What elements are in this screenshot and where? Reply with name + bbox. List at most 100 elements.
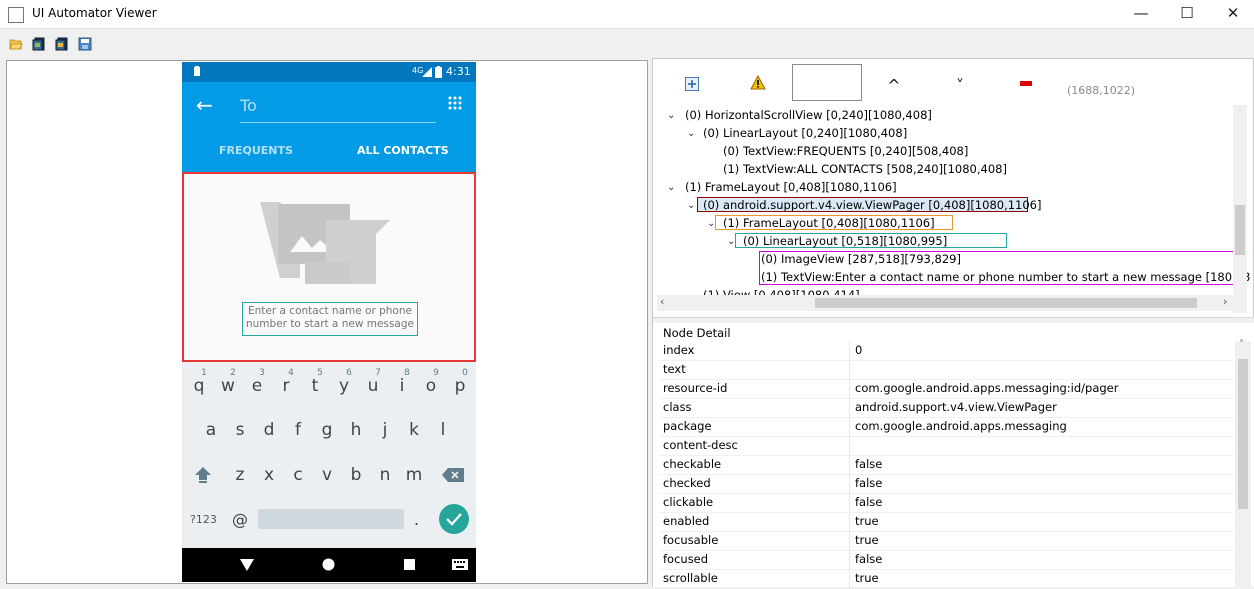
key-n[interactable]: n xyxy=(375,465,395,485)
detail-key: scrollable xyxy=(663,571,718,585)
detail-row[interactable]: focusable true xyxy=(659,531,1233,551)
shift-icon[interactable] xyxy=(194,466,212,484)
column-separator xyxy=(849,436,850,455)
warning-icon[interactable] xyxy=(750,75,766,90)
tree-node[interactable]: (0) LinearLayout [0,240][1080,408] xyxy=(703,125,907,141)
detail-row[interactable]: clickable false xyxy=(659,493,1233,513)
tree-node[interactable]: (1) TextView:ALL CONTACTS [508,240][1080… xyxy=(723,161,1007,177)
tree-node[interactable]: (1) TextView:Enter a contact name or pho… xyxy=(761,269,1251,285)
tree-node[interactable]: (0) LinearLayout [0,518][1080,995] xyxy=(743,233,947,249)
detail-row[interactable]: class android.support.v4.view.ViewPager xyxy=(659,398,1233,418)
tree-node[interactable]: (1) FrameLayout [0,408][1080,1106] xyxy=(685,179,897,195)
key-h[interactable]: h xyxy=(346,420,366,440)
key-s[interactable]: s xyxy=(230,420,250,440)
key-u[interactable]: u xyxy=(363,376,383,396)
key-k[interactable]: k xyxy=(404,420,424,440)
tab-frequents[interactable]: FREQUENTS xyxy=(219,144,293,157)
recents-nav-icon[interactable] xyxy=(404,559,415,570)
scroll-right-icon[interactable]: › xyxy=(1223,295,1227,308)
search-field[interactable] xyxy=(792,64,862,101)
key-r[interactable]: r xyxy=(276,376,296,396)
detail-row[interactable]: checkable false xyxy=(659,455,1233,475)
home-nav-icon[interactable] xyxy=(322,558,335,571)
minimize-button[interactable]: — xyxy=(1118,0,1164,28)
key-m[interactable]: m xyxy=(404,465,424,485)
maximize-button[interactable]: ☐ xyxy=(1164,0,1210,28)
tree-vertical-scrollbar[interactable] xyxy=(1233,105,1247,313)
device-screenshot-compressed-icon[interactable] xyxy=(55,37,69,51)
dialpad-icon[interactable] xyxy=(448,96,462,112)
key-o[interactable]: o xyxy=(421,376,441,396)
key-l[interactable]: l xyxy=(433,420,453,440)
key-t[interactable]: t xyxy=(305,376,325,396)
tree-node[interactable]: (0) ImageView [287,518][793,829] xyxy=(761,251,961,267)
to-field[interactable]: To xyxy=(240,96,257,115)
tree-node[interactable]: (1) FrameLayout [0,408][1080,1106] xyxy=(723,215,935,231)
key-v[interactable]: v xyxy=(317,465,337,485)
period-key[interactable]: . xyxy=(414,510,419,529)
tree-node-selected[interactable]: (0) android.support.v4.view.ViewPager [0… xyxy=(703,197,1041,213)
device-screenshot-icon[interactable] xyxy=(32,37,46,51)
collapse-arrow-icon[interactable]: ⌄ xyxy=(707,218,715,229)
tab-all-contacts[interactable]: ALL CONTACTS xyxy=(357,144,449,157)
tree-horizontal-scrollbar[interactable]: ‹ › xyxy=(657,295,1233,311)
space-bar[interactable] xyxy=(258,509,404,529)
key-b[interactable]: b xyxy=(346,465,366,485)
detail-row[interactable]: enabled true xyxy=(659,512,1233,532)
symbols-key[interactable]: ?123 xyxy=(190,513,217,526)
key-d[interactable]: d xyxy=(259,420,279,440)
key-y[interactable]: y xyxy=(334,376,354,396)
detail-row[interactable]: resource-id com.google.android.apps.messa… xyxy=(659,379,1233,399)
detail-vertical-scrollbar[interactable]: ˄ xyxy=(1235,339,1251,587)
detail-row[interactable]: index 0 xyxy=(659,341,1233,361)
backspace-icon[interactable] xyxy=(442,468,464,482)
open-folder-icon[interactable] xyxy=(9,37,23,51)
hierarchy-tree[interactable]: ⌄ (0) HorizontalScrollView [0,240][1080,… xyxy=(657,105,1251,313)
close-button[interactable]: ✕ xyxy=(1210,0,1254,28)
send-button[interactable] xyxy=(439,504,469,534)
detail-row[interactable]: content-desc xyxy=(659,436,1233,456)
clear-search-icon[interactable] xyxy=(1020,81,1032,86)
key-i[interactable]: i xyxy=(392,376,412,396)
detail-key: resource-id xyxy=(663,381,728,395)
collapse-arrow-icon[interactable]: ⌄ xyxy=(667,110,675,121)
at-key[interactable]: @ xyxy=(232,510,248,529)
next-result-icon[interactable]: ˅ xyxy=(949,75,971,97)
key-q[interactable]: q xyxy=(189,376,209,396)
detail-row[interactable]: scrollable true xyxy=(659,569,1233,589)
collapse-arrow-icon[interactable]: ⌄ xyxy=(687,128,695,139)
back-arrow-icon[interactable]: ← xyxy=(196,93,213,117)
detail-row[interactable]: text xyxy=(659,360,1233,380)
key-f[interactable]: f xyxy=(288,420,308,440)
detail-vertical-thumb[interactable] xyxy=(1238,359,1248,509)
key-x[interactable]: x xyxy=(259,465,279,485)
tree-horizontal-thumb[interactable] xyxy=(815,298,1197,308)
key-p[interactable]: p xyxy=(450,376,470,396)
key-j[interactable]: j xyxy=(375,420,395,440)
detail-row[interactable]: focused false xyxy=(659,550,1233,570)
keyboard[interactable]: 1q2w3e4r5t6y7u8i9o0p asdfghjkl zxcvbnm ?… xyxy=(182,362,476,548)
save-icon[interactable] xyxy=(78,37,92,51)
key-g[interactable]: g xyxy=(317,420,337,440)
scroll-up-icon[interactable]: ˄ xyxy=(1239,339,1244,350)
tree-vertical-thumb[interactable] xyxy=(1235,205,1245,255)
previous-result-icon[interactable]: ^ xyxy=(883,75,905,97)
detail-row[interactable]: checked false xyxy=(659,474,1233,494)
collapse-arrow-icon[interactable]: ⌄ xyxy=(687,200,695,211)
tree-node[interactable]: (0) TextView:FREQUENTS [0,240][508,408] xyxy=(723,143,968,159)
scroll-left-icon[interactable]: ‹ xyxy=(660,295,664,308)
detail-row[interactable]: package com.google.android.apps.messaging xyxy=(659,417,1233,437)
key-e[interactable]: e xyxy=(247,376,267,396)
back-nav-icon[interactable] xyxy=(240,559,254,571)
device-screenshot[interactable]: 4G 4:31 ← To FREQUENTS ALL CONTACTS Ente… xyxy=(182,62,476,582)
key-c[interactable]: c xyxy=(288,465,308,485)
key-z[interactable]: z xyxy=(230,465,250,485)
key-a[interactable]: a xyxy=(201,420,221,440)
key-w[interactable]: w xyxy=(218,376,238,396)
keyboard-switch-icon[interactable] xyxy=(452,559,468,570)
collapse-arrow-icon[interactable]: ⌄ xyxy=(667,182,675,193)
detail-value: 0 xyxy=(855,343,863,357)
collapse-arrow-icon[interactable]: ⌄ xyxy=(727,236,735,247)
tree-node[interactable]: (0) HorizontalScrollView [0,240][1080,40… xyxy=(685,107,932,123)
expand-all-icon[interactable] xyxy=(685,77,699,91)
